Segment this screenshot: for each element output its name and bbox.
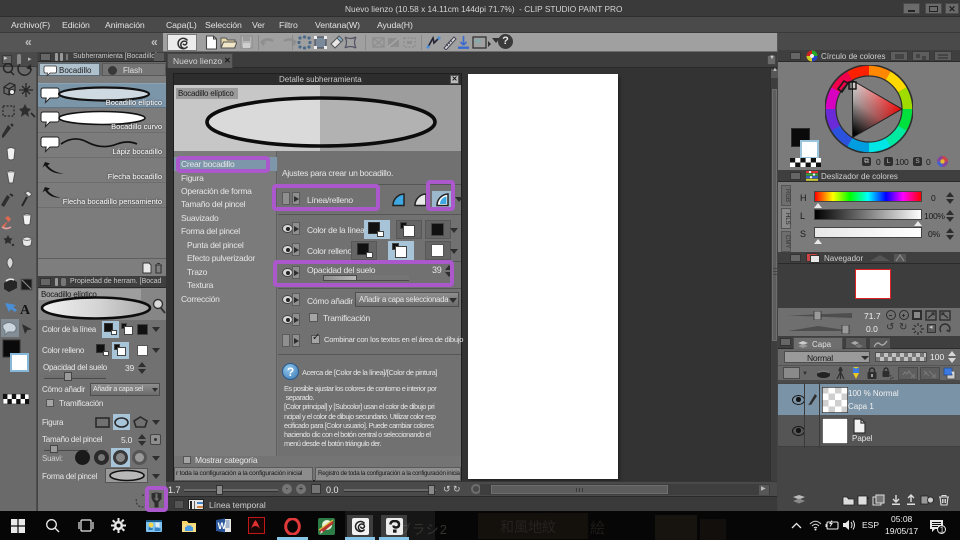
svg-text:1: 1 bbox=[940, 526, 945, 535]
svg-text:A: A bbox=[20, 303, 31, 318]
svg-text:W: W bbox=[218, 521, 227, 531]
